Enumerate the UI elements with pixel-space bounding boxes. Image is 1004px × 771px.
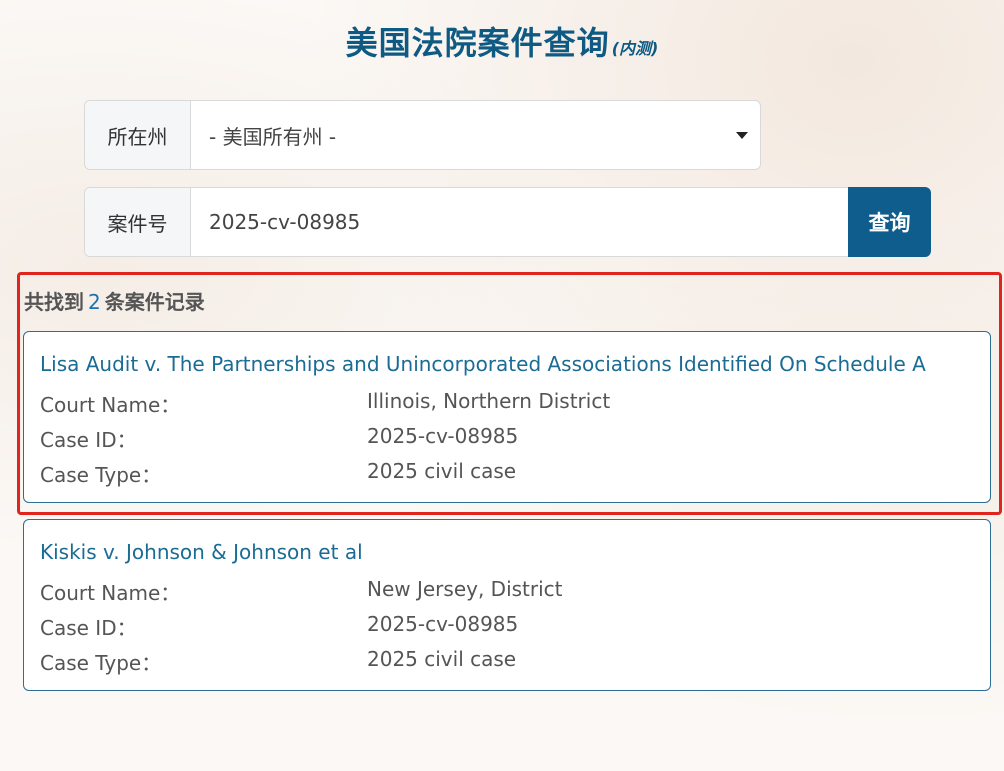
case-id-label: Case ID： xyxy=(40,428,137,452)
result-count-number: 2 xyxy=(88,290,101,314)
court-name-value: New Jersey, District xyxy=(367,577,563,601)
case-type-value: 2025 civil case xyxy=(367,459,517,483)
page-title-sub: (内测) xyxy=(611,39,659,58)
state-select-row: 所在州 - 美国所有州 - xyxy=(84,100,761,170)
case-title-link[interactable]: Kiskis v. Johnson & Johnson et al xyxy=(40,540,363,564)
result-count-suffix: 条案件记录 xyxy=(104,290,205,314)
case-number-label: 案件号 xyxy=(85,188,191,256)
case-number-row: 案件号 2025-cv-08985 查询 xyxy=(84,187,931,257)
state-label: 所在州 xyxy=(85,101,191,169)
case-id-value: 2025-cv-08985 xyxy=(367,424,519,448)
state-select-value: - 美国所有州 - xyxy=(209,124,337,149)
case-type-value: 2025 civil case xyxy=(367,647,517,671)
case-title-link[interactable]: Lisa Audit v. The Partnerships and Uninc… xyxy=(40,352,926,376)
page-title: 美国法院案件查询 (内测) xyxy=(0,18,1004,64)
search-button[interactable]: 查询 xyxy=(848,187,931,257)
page-title-main: 美国法院案件查询 xyxy=(345,24,610,62)
case-id-label: Case ID： xyxy=(40,616,137,640)
court-name-label: Court Name： xyxy=(40,393,181,417)
case-id-value: 2025-cv-08985 xyxy=(367,612,519,636)
caret-down-icon xyxy=(736,132,748,139)
state-select[interactable]: - 美国所有州 - xyxy=(191,101,760,169)
result-count: 共找到 2 条案件记录 xyxy=(24,286,205,315)
result-count-prefix: 共找到 xyxy=(24,290,84,314)
case-type-label: Case Type： xyxy=(40,651,162,675)
court-name-value: Illinois, Northern District xyxy=(367,389,611,413)
case-card: Kiskis v. Johnson & Johnson et al Court … xyxy=(23,519,991,691)
case-number-input[interactable]: 2025-cv-08985 xyxy=(191,188,848,256)
case-type-label: Case Type： xyxy=(40,463,162,487)
court-name-label: Court Name： xyxy=(40,581,181,605)
case-card: Lisa Audit v. The Partnerships and Uninc… xyxy=(23,331,991,503)
